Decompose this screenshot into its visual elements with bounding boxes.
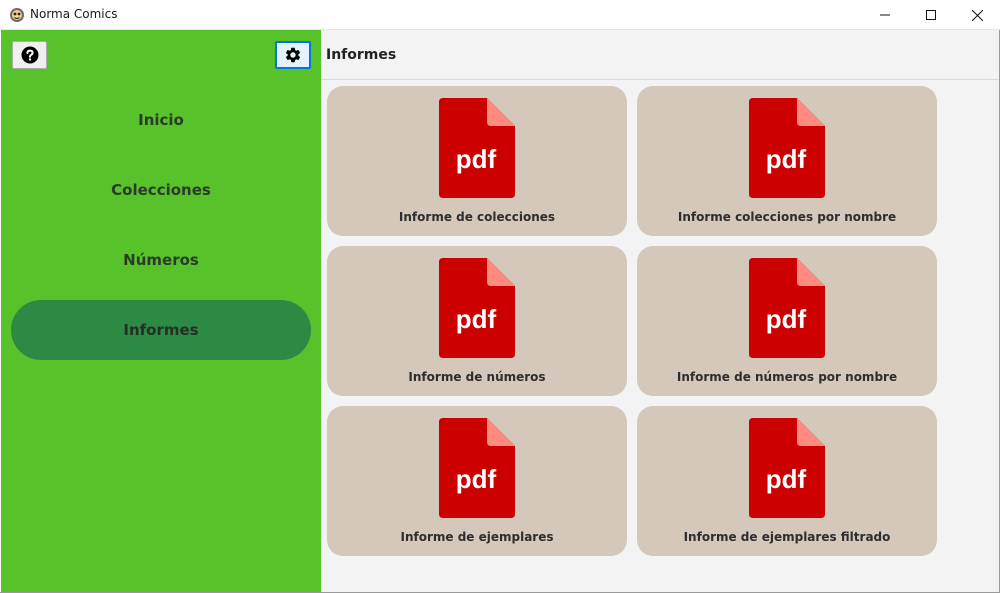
app-logo-icon <box>10 8 24 22</box>
pdf-icon-text: pdf <box>766 304 807 334</box>
nav-item-numeros[interactable]: Números <box>11 230 311 290</box>
page-header: Informes <box>321 30 999 80</box>
report-card-colecciones[interactable]: pdf Informe de colecciones <box>327 86 627 236</box>
nav-item-informes[interactable]: Informes <box>11 300 311 360</box>
pdf-file-icon: pdf <box>439 98 515 198</box>
nav-item-colecciones[interactable]: Colecciones <box>11 160 311 220</box>
close-button[interactable] <box>954 0 1000 30</box>
maximize-icon <box>926 10 936 20</box>
nav-item-inicio[interactable]: Inicio <box>11 90 311 150</box>
main-panel: Informes pdf Informe de colecciones pdf … <box>321 30 999 593</box>
pdf-icon-text: pdf <box>766 144 807 174</box>
pdf-file-icon: pdf <box>439 258 515 358</box>
sidebar: Inicio Colecciones Números Informes <box>1 30 321 593</box>
gear-icon <box>285 47 301 63</box>
minimize-icon <box>880 14 890 16</box>
help-button[interactable] <box>12 41 47 69</box>
report-card-ejemplares[interactable]: pdf Informe de ejemplares <box>327 406 627 556</box>
pdf-icon-text: pdf <box>456 144 497 174</box>
report-card-label: Informe colecciones por nombre <box>677 210 897 224</box>
pdf-file-icon: pdf <box>749 98 825 198</box>
report-card-colecciones-nombre[interactable]: pdf Informe colecciones por nombre <box>637 86 937 236</box>
report-card-label: Informe de números <box>408 370 546 384</box>
pdf-icon-text: pdf <box>456 304 497 334</box>
close-icon <box>971 9 983 21</box>
report-card-numeros[interactable]: pdf Informe de números <box>327 246 627 396</box>
question-circle-icon <box>21 46 38 64</box>
pdf-file-icon: pdf <box>749 258 825 358</box>
report-card-label: Informe de colecciones <box>398 210 556 224</box>
minimize-button[interactable] <box>862 0 908 30</box>
pdf-file-icon: pdf <box>439 418 515 518</box>
report-card-ejemplares-filtrado[interactable]: pdf Informe de ejemplares filtrado <box>637 406 937 556</box>
page-title: Informes <box>326 47 397 63</box>
title-bar: Norma Comics <box>0 0 1000 30</box>
pdf-icon-text: pdf <box>456 464 497 494</box>
window-title: Norma Comics <box>30 7 118 21</box>
pdf-file-icon: pdf <box>749 418 825 518</box>
report-card-label: Informe de ejemplares <box>400 530 554 544</box>
maximize-button[interactable] <box>908 0 954 30</box>
pdf-icon-text: pdf <box>766 464 807 494</box>
settings-button[interactable] <box>275 41 311 69</box>
report-card-numeros-nombre[interactable]: pdf Informe de números por nombre <box>637 246 937 396</box>
report-card-label: Informe de ejemplares filtrado <box>683 530 891 544</box>
report-card-label: Informe de números por nombre <box>676 370 898 384</box>
